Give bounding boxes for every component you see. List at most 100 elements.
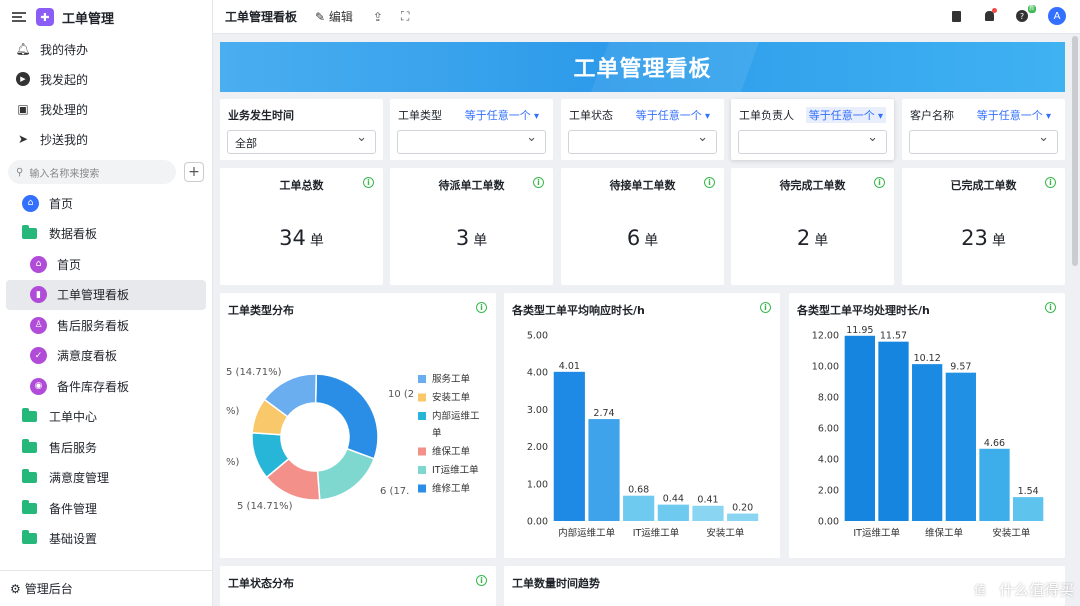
info-icon[interactable]: i — [1045, 177, 1056, 188]
admin-link[interactable]: ⚙ 管理后台 — [0, 570, 212, 606]
info-icon[interactable]: i — [363, 177, 374, 188]
banner-title: 工单管理看板 — [573, 57, 712, 82]
sidebar-item-label: 备件管理 — [49, 501, 98, 516]
quick-link[interactable]: 🔔︎ 我的待办 — [0, 34, 212, 64]
search-input[interactable]: ⚲ 输入名称来搜索 — [8, 160, 176, 184]
sidebar: ✚ 工单管理 🔔︎ 我的待办 ▶ 我发起的 ▣ 我处理的 ➤ 抄送我的 ⚲ 输入名称来搜索 + … — [0, 0, 213, 606]
pie-data-label: 10 (2 — [388, 389, 414, 400]
home-icon: ⌂ — [22, 194, 39, 212]
x-tick-label: IT运维工单 — [853, 527, 900, 539]
sidebar-item[interactable]: ♙ 售后服务看板 — [6, 310, 206, 341]
inbox-icon: ▣ — [17, 102, 29, 116]
avatar[interactable]: A — [1048, 7, 1066, 25]
filter-select[interactable] — [909, 130, 1058, 154]
pie-data-label: 5 (14.71%) — [237, 501, 293, 512]
share-icon[interactable]: ⇪ — [373, 10, 383, 24]
sidebar-quick-links: 🔔︎ 我的待办 ▶ 我发起的 ▣ 我处理的 ➤ 抄送我的 — [0, 34, 212, 154]
x-tick-label: 安装工单 — [706, 527, 745, 539]
stat-value-row: 3单 — [390, 226, 553, 250]
sidebar-item[interactable]: 备件管理 — [6, 493, 206, 524]
filter-card: 工单类型 等于任意一个 — [390, 99, 553, 160]
bar-value-label: 0.20 — [732, 503, 753, 514]
y-tick-label: 10.00 — [812, 362, 839, 373]
y-tick-label: 1.00 — [527, 479, 548, 490]
folder-icon — [22, 499, 37, 514]
notification-bell-icon[interactable] — [983, 8, 997, 22]
pie-data-label: 5 (14.71%) — [226, 367, 282, 378]
quick-link-label: 我发起的 — [40, 72, 89, 87]
filter-select[interactable] — [568, 130, 717, 154]
stat-title: 已完成工单数 — [950, 179, 1017, 192]
folder-icon — [22, 408, 37, 423]
user-icon: ♙ — [30, 316, 47, 334]
folder-icon — [22, 438, 37, 453]
quick-link[interactable]: ▣ 我处理的 — [0, 94, 212, 124]
home-icon: ⌂ — [30, 255, 47, 273]
info-icon[interactable]: i — [704, 177, 715, 188]
filter-select[interactable]: 全部 — [227, 130, 376, 154]
filter-label: 客户名称 — [910, 109, 954, 122]
chart-title: 工单数量时间趋势 — [512, 577, 600, 590]
y-tick-label: 2.00 — [818, 486, 839, 497]
sidebar-item[interactable]: 基础设置 — [6, 524, 206, 555]
y-tick-label: 6.00 — [818, 424, 839, 435]
bar — [945, 372, 976, 521]
process-time-bar-chart: 0.00 2.00 4.00 6.00 8.00 10.00 12.00 11.95 IT运维工… — [812, 325, 1044, 539]
help-icon[interactable]: ? 新 — [1016, 5, 1036, 22]
quick-link-label: 我的待办 — [40, 42, 89, 57]
stat-value: 34 — [279, 226, 306, 250]
info-icon[interactable]: i — [533, 177, 544, 188]
app-title: 工单管理 — [62, 11, 115, 27]
x-tick-label: IT运维工单 — [633, 527, 680, 539]
chart-title: 工单状态分布 — [228, 577, 294, 590]
x-tick-label: 维保工单 — [925, 527, 964, 539]
filter-select[interactable] — [738, 130, 887, 154]
stat-value-row: 34 单 — [220, 226, 383, 250]
quick-link[interactable]: ➤ 抄送我的 — [0, 124, 212, 154]
sidebar-item[interactable]: 满意度管理 — [6, 463, 206, 494]
filter-operator-dropdown[interactable]: 等于任意一个 — [977, 107, 1051, 123]
sidebar-item[interactable]: ⌂ 首页 — [6, 249, 206, 280]
bar — [553, 371, 585, 521]
quick-link[interactable]: ▶ 我发起的 — [0, 64, 212, 94]
sidebar-item[interactable]: ✓ 满意度看板 — [6, 341, 206, 372]
pie-slice — [314, 373, 379, 460]
menu-icon[interactable] — [12, 12, 26, 22]
add-button[interactable]: + — [184, 162, 204, 182]
filter-select[interactable] — [397, 130, 546, 154]
legend-swatch — [418, 466, 426, 474]
bar-value-label: 9.57 — [950, 362, 971, 373]
sidebar-item[interactable]: ◉ 备件库存看板 — [6, 371, 206, 402]
filter-operator-dropdown[interactable]: 等于任意一个 — [465, 107, 539, 123]
book-icon[interactable] — [950, 10, 962, 22]
dashboard-banner: 工单管理看板 — [220, 42, 1065, 92]
quick-link-label: 我处理的 — [40, 102, 89, 117]
legend-label: 内部运维工 — [432, 410, 480, 422]
sidebar-item[interactable]: ▮ 工单管理看板 — [6, 279, 206, 310]
pie-chart: 10 (2 6 (17. 5 (14.71%)%)%) 5 (14.71%) 服务工单安… — [226, 367, 480, 512]
sidebar-item[interactable]: ⌂ 首页 — [6, 188, 206, 219]
bar — [878, 341, 909, 521]
filter-card: 业务发生时间 全部 — [220, 99, 383, 160]
legend-swatch — [418, 447, 426, 456]
fullscreen-icon[interactable]: ⛶ — [401, 9, 409, 24]
sidebar-item-label: 满意度管理 — [49, 471, 110, 486]
stat-value-row: 6单 — [561, 226, 724, 250]
edit-button[interactable]: ✎ 编辑 — [315, 8, 353, 25]
filter-operator-dropdown[interactable]: 等于任意一个 — [805, 107, 886, 123]
info-icon[interactable]: i — [874, 177, 885, 188]
filter-label: 工单负责人 — [739, 109, 794, 122]
legend-swatch — [418, 375, 426, 383]
scrollbar[interactable] — [1072, 36, 1078, 266]
bar — [844, 335, 875, 521]
bar-value-label: 2.74 — [593, 408, 614, 419]
sidebar-item[interactable]: 数据看板 — [6, 219, 206, 250]
sidebar-item-label: 首页 — [57, 257, 82, 272]
filter-operator-dropdown[interactable]: 等于任意一个 — [636, 107, 710, 123]
sidebar-item[interactable]: 工单中心 — [6, 402, 206, 433]
info-icon[interactable]: i — [476, 575, 487, 586]
puzzle-icon: ✚ — [36, 8, 54, 26]
folder-icon — [22, 530, 37, 545]
stat-unit: 单 — [644, 233, 659, 249]
sidebar-item[interactable]: 售后服务 — [6, 432, 206, 463]
